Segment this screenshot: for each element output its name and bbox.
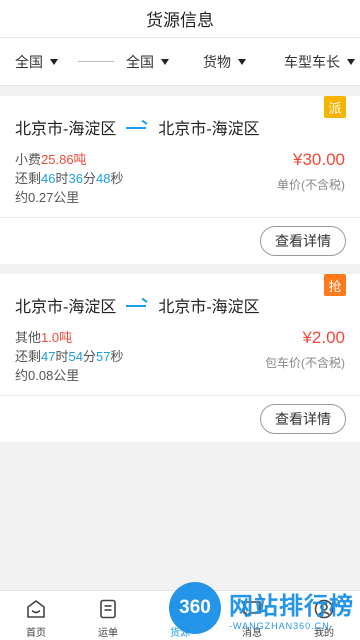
tab-cargo[interactable]: 货源 [144, 591, 216, 640]
remaining-time: 还剩46时36分48秒 [15, 171, 124, 186]
cargo-card[interactable]: 抢 北京市-海淀区 北京市-海淀区 其他1.0吨 还剩47时54分57秒 约0.… [0, 274, 360, 442]
remaining-time: 还剩47时54分57秒 [15, 349, 124, 364]
message-icon [243, 601, 261, 617]
tab-profile[interactable]: 我的 [288, 591, 360, 640]
route-destination: 北京市-海淀区 [158, 299, 260, 316]
page-title: 货源信息 [146, 11, 214, 30]
arrow-right-icon [126, 121, 148, 133]
cargo-line: 其他1.0吨 [15, 330, 73, 345]
tab-cargo-label: 货源 [170, 628, 190, 639]
filter-cargo-label: 货物 [203, 53, 231, 70]
price: ¥2.00 [302, 328, 345, 347]
tab-waybill[interactable]: 运单 [72, 591, 144, 640]
caret-down-icon [347, 58, 355, 65]
tab-messages-label: 消息 [242, 628, 262, 639]
filter-vehicle-label: 车型车长 [284, 53, 340, 70]
view-details-button[interactable]: 查看详情 [260, 404, 346, 434]
bottom-tab-bar: 首页 运单 货源 消息 我的 [0, 590, 360, 640]
distance: 约0.08公里 [15, 368, 80, 383]
tab-messages[interactable]: 消息 [216, 591, 288, 640]
view-details-button[interactable]: 查看详情 [260, 226, 346, 256]
filter-destination-label: 全国 [126, 53, 154, 70]
price-unit: 单价(不含税) [277, 178, 345, 192]
filter-vehicle[interactable]: 车型车长 [284, 52, 355, 72]
tab-home[interactable]: 首页 [0, 591, 72, 640]
caret-down-icon [161, 58, 169, 65]
grab-badge: 抢 [324, 274, 346, 296]
filter-destination[interactable]: 全国 [126, 52, 169, 72]
tab-home-label: 首页 [26, 628, 46, 639]
filter-divider [78, 61, 114, 62]
route-origin: 北京市-海淀区 [15, 299, 117, 316]
tab-waybill-label: 运单 [98, 628, 118, 639]
route: 北京市-海淀区 北京市-海淀区 [0, 96, 360, 142]
cargo-card[interactable]: 派 北京市-海淀区 北京市-海淀区 小费25.86吨 还剩46时36分48秒 约… [0, 96, 360, 264]
route-destination: 北京市-海淀区 [158, 121, 260, 138]
distance: 约0.27公里 [15, 190, 80, 205]
caret-down-icon [50, 58, 58, 65]
app-header: 货源信息 [0, 0, 360, 38]
filter-origin-label: 全国 [15, 53, 43, 70]
route: 北京市-海淀区 北京市-海淀区 [0, 274, 360, 320]
filter-cargo[interactable]: 货物 [203, 52, 246, 72]
dispatch-badge: 派 [324, 96, 346, 118]
route-origin: 北京市-海淀区 [15, 121, 117, 138]
arrow-right-icon [126, 299, 148, 311]
filter-bar: 全国 全国 货物 车型车长 [0, 38, 360, 86]
price-unit: 包车价(不含税) [265, 356, 345, 370]
price: ¥30.00 [293, 150, 345, 169]
waybill-icon [100, 599, 116, 619]
user-icon [314, 599, 334, 619]
caret-down-icon [238, 58, 246, 65]
home-smile-icon [27, 600, 45, 618]
filter-origin[interactable]: 全国 [15, 52, 58, 72]
cargo-icon [171, 602, 189, 617]
cargo-line: 小费25.86吨 [15, 152, 87, 167]
tab-profile-label: 我的 [314, 628, 334, 639]
